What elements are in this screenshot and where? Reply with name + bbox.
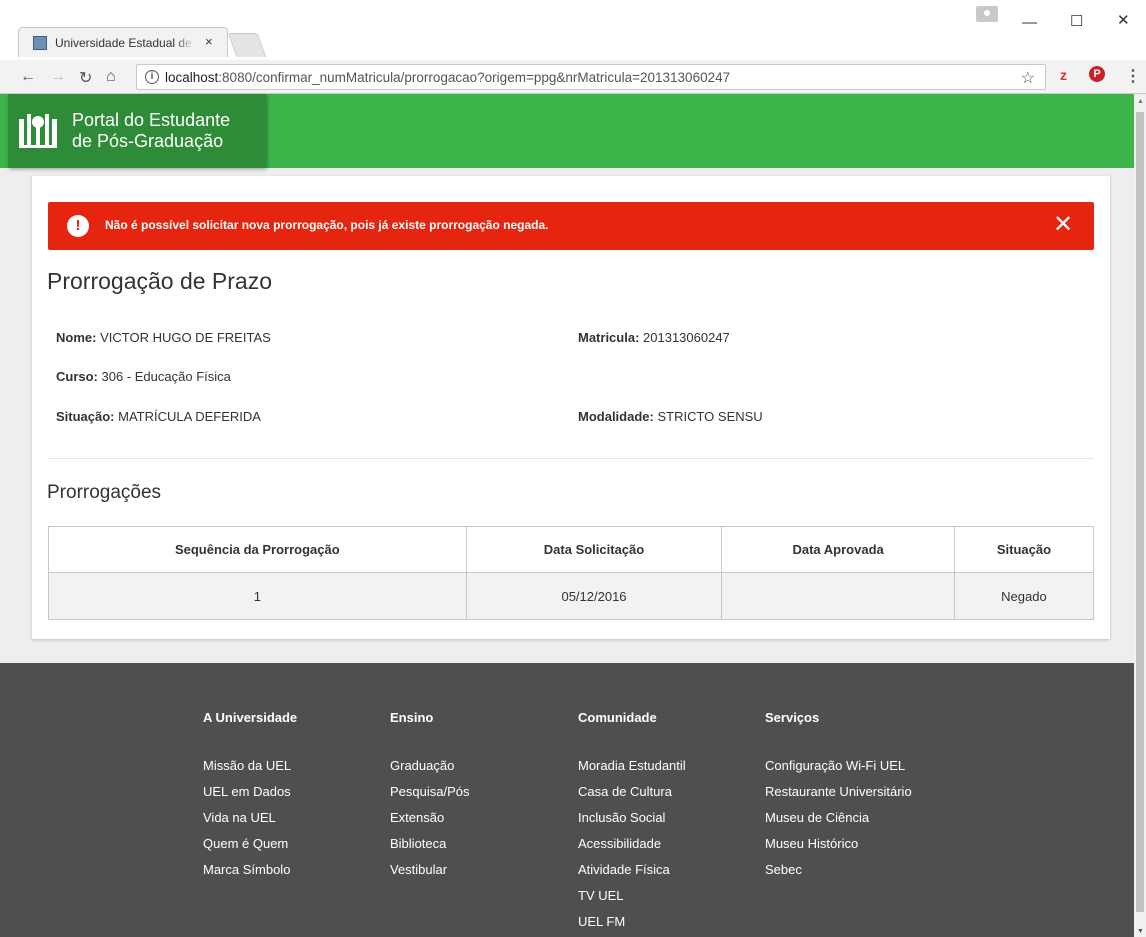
footer-heading: Serviços xyxy=(765,710,820,725)
tab-title: Universidade Estadual de Londrina xyxy=(55,36,195,50)
prorrogacoes-table: Sequência da Prorrogação Data Solicitaçã… xyxy=(48,526,1095,620)
scroll-thumb[interactable] xyxy=(1136,112,1144,912)
nome-field: Nome: VICTOR HUGO DE FREITAS xyxy=(56,330,271,345)
brand-title: Portal do Estudante de Pós-Graduação xyxy=(72,110,230,152)
footer-link[interactable]: Museu de Ciência xyxy=(765,805,912,831)
main-card: ! Não é possível solicitar nova prorroga… xyxy=(32,176,1110,639)
pinterest-extension-icon[interactable]: P xyxy=(1089,66,1105,82)
table-cell: Negado xyxy=(953,572,1095,620)
modalidade-field: Modalidade: STRICTO SENSU xyxy=(578,409,763,424)
scroll-down-icon[interactable]: ▼ xyxy=(1137,928,1144,935)
page-viewport: Portal do Estudante de Pós-Graduação ! N… xyxy=(0,94,1134,937)
browser-toolbar: ← → ↻ ⌂ i localhost:8080/confirmar_numMa… xyxy=(0,60,1146,94)
footer-heading: Comunidade xyxy=(578,710,657,725)
footer-link[interactable]: Graduação xyxy=(390,753,470,779)
footer-link[interactable]: Sebec xyxy=(765,857,912,883)
footer-link[interactable]: UEL em Dados xyxy=(203,779,297,805)
favicon-icon xyxy=(33,36,47,50)
footer-link[interactable]: Vida na UEL xyxy=(203,805,297,831)
footer-link[interactable]: Pesquisa/Pós xyxy=(390,779,470,805)
browser-menu-icon[interactable]: ⋮ xyxy=(1125,66,1141,86)
url-text: localhost:8080/confirmar_numMatricula/pr… xyxy=(165,70,731,85)
site-header: Portal do Estudante de Pós-Graduação xyxy=(0,94,1134,168)
reload-icon[interactable]: ↻ xyxy=(79,68,92,88)
uel-logo-icon xyxy=(19,114,57,148)
alert-message: Não é possível solicitar nova prorrogaçã… xyxy=(105,218,549,232)
tab-close-icon[interactable]: × xyxy=(205,34,213,49)
page-scrollbar[interactable]: ▲ ▼ xyxy=(1134,94,1146,937)
section-divider xyxy=(48,458,1094,459)
footer-link[interactable]: Moradia Estudantil xyxy=(578,753,686,779)
nome-value: VICTOR HUGO DE FREITAS xyxy=(100,330,271,345)
footer-link[interactable]: Casa de Cultura xyxy=(578,779,686,805)
minimize-icon[interactable]: — xyxy=(1022,14,1037,31)
matricula-value: 201313060247 xyxy=(643,330,730,345)
matricula-field: Matricula: 201313060247 xyxy=(578,330,730,345)
table-cell: 1 xyxy=(48,572,467,620)
curso-field: Curso: 306 - Educação Física xyxy=(56,369,231,384)
address-bar[interactable]: i localhost:8080/confirmar_numMatricula/… xyxy=(136,64,1046,90)
brand-line-1: Portal do Estudante xyxy=(72,110,231,130)
footer-column-comunidade: Comunidade Moradia Estudantil Casa de Cu… xyxy=(578,710,686,935)
footer-link[interactable]: Acessibilidade xyxy=(578,831,686,857)
alert-exclamation-icon: ! xyxy=(67,215,89,237)
column-header: Data Aprovada xyxy=(721,526,955,573)
modalidade-label: Modalidade: xyxy=(578,409,654,424)
footer-link[interactable]: Vestibular xyxy=(390,857,470,883)
section-title: Prorrogações xyxy=(47,482,162,503)
table-row: 1 05/12/2016 Negado xyxy=(48,572,1095,620)
situacao-label: Situação: xyxy=(56,409,115,424)
table-cell: 05/12/2016 xyxy=(465,572,723,620)
info-icon[interactable]: i xyxy=(145,70,159,84)
modalidade-value: STRICTO SENSU xyxy=(657,409,763,424)
site-footer: A Universidade Missão da UEL UEL em Dado… xyxy=(0,663,1134,937)
error-alert: ! Não é possível solicitar nova prorroga… xyxy=(48,202,1094,250)
footer-link[interactable]: Extensão xyxy=(390,805,470,831)
table-cell xyxy=(721,572,955,620)
column-header: Data Solicitação xyxy=(465,526,723,573)
footer-link[interactable]: Inclusão Social xyxy=(578,805,686,831)
footer-column-servicos: Serviços Configuração Wi-Fi UEL Restaura… xyxy=(765,710,912,883)
footer-column-universidade: A Universidade Missão da UEL UEL em Dado… xyxy=(203,710,297,883)
footer-link[interactable]: Quem é Quem xyxy=(203,831,297,857)
curso-value: 306 - Educação Física xyxy=(101,369,231,384)
footer-link[interactable]: Museu Histórico xyxy=(765,831,912,857)
close-window-icon[interactable]: ✕ xyxy=(1117,11,1130,29)
footer-heading: Ensino xyxy=(390,710,434,725)
browser-tab[interactable]: Universidade Estadual de Londrina × xyxy=(18,27,228,57)
situacao-value: MATRÍCULA DEFERIDA xyxy=(118,409,261,424)
footer-link[interactable]: UEL FM xyxy=(578,909,686,935)
footer-link[interactable]: Atividade Física xyxy=(578,857,686,883)
page-title: Prorrogação de Prazo xyxy=(47,268,273,294)
footer-link[interactable]: Restaurante Universitário xyxy=(765,779,912,805)
bookmark-star-icon[interactable]: ☆ xyxy=(1021,68,1035,88)
footer-link[interactable]: TV UEL xyxy=(578,883,686,909)
back-icon[interactable]: ← xyxy=(20,68,36,86)
footer-link[interactable]: Missão da UEL xyxy=(203,753,297,779)
footer-heading: A Universidade xyxy=(203,710,298,725)
profile-icon[interactable] xyxy=(976,6,998,22)
browser-chrome: Universidade Estadual de Londrina × — ☐ … xyxy=(0,0,1146,94)
home-icon[interactable]: ⌂ xyxy=(106,68,116,86)
alert-close-icon[interactable]: ✕ xyxy=(1053,212,1073,238)
table-header-row: Sequência da Prorrogação Data Solicitaçã… xyxy=(48,526,1095,573)
footer-link[interactable]: Marca Símbolo xyxy=(203,857,297,883)
nome-label: Nome: xyxy=(56,330,97,345)
footer-link[interactable]: Configuração Wi-Fi UEL xyxy=(765,753,912,779)
curso-label: Curso: xyxy=(56,369,98,384)
scroll-up-icon[interactable]: ▲ xyxy=(1137,98,1144,105)
footer-column-ensino: Ensino Graduação Pesquisa/Pós Extensão B… xyxy=(390,710,470,883)
zotero-extension-icon[interactable]: z xyxy=(1060,67,1067,83)
matricula-label: Matricula: xyxy=(578,330,640,345)
tab-strip: Universidade Estadual de Londrina × — ☐ … xyxy=(0,0,1146,60)
footer-link[interactable]: Biblioteca xyxy=(390,831,470,857)
maximize-icon[interactable]: ☐ xyxy=(1070,12,1083,30)
column-header: Sequência da Prorrogação xyxy=(48,526,467,573)
situacao-field: Situação: MATRÍCULA DEFERIDA xyxy=(56,409,261,424)
forward-icon[interactable]: → xyxy=(50,68,66,86)
column-header: Situação xyxy=(953,526,1095,573)
new-tab-button[interactable] xyxy=(227,33,267,57)
brand-block[interactable]: Portal do Estudante de Pós-Graduação xyxy=(8,94,266,168)
brand-line-2: de Pós-Graduação xyxy=(72,131,224,151)
